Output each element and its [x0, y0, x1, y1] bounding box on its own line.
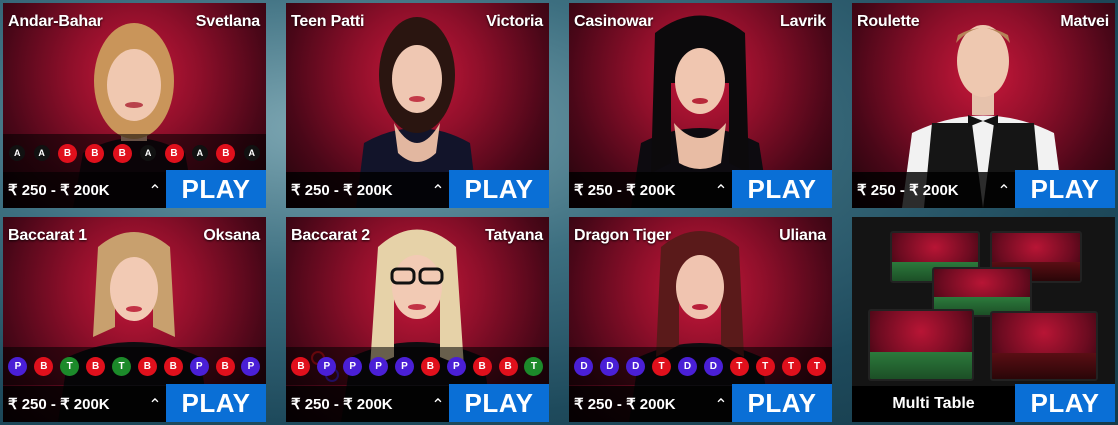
- multi-table-label: Multi Table: [892, 395, 975, 412]
- result-bead: P: [395, 356, 414, 376]
- result-bead: D: [703, 356, 723, 376]
- result-bead: B: [163, 356, 183, 376]
- result-bead: B: [86, 356, 106, 376]
- dealer-name: Tatyana: [485, 227, 543, 244]
- dealer-name: Svetlana: [195, 13, 260, 30]
- game-name: Andar-Bahar: [8, 13, 103, 30]
- bet-limit: ₹ 250 - ₹ 200K: [857, 182, 959, 199]
- game-name: Baccarat 1: [8, 227, 87, 244]
- game-name: Dragon Tiger: [574, 227, 671, 244]
- result-bead: A: [140, 145, 157, 161]
- results-roadmap: DDDTDDTTTT: [569, 347, 832, 385]
- result-bead: B: [137, 356, 157, 376]
- chevron-up-icon[interactable]: ⌃: [709, 179, 733, 203]
- game-tile-baccarat-2[interactable]: Baccarat 2 Tatyana BPPPPBPBBT ₹ 250 - ₹ …: [286, 217, 549, 422]
- result-bead: B: [57, 143, 77, 163]
- game-lobby-grid: Andar-Bahar Svetlana AABBBABABA ₹ 250 - …: [3, 3, 1117, 423]
- results-roadmap: BPPPPBPBBT: [286, 347, 549, 385]
- game-tile-multi-table[interactable]: Multi Table PLAY: [852, 217, 1115, 422]
- dealer-name: Lavrik: [780, 13, 826, 30]
- result-bead: T: [60, 356, 80, 376]
- bet-limit: ₹ 250 - ₹ 200K: [8, 182, 110, 199]
- bet-limit: ₹ 250 - ₹ 200K: [291, 396, 393, 413]
- result-bead: B: [472, 356, 492, 376]
- game-name: Casinowar: [574, 13, 654, 30]
- result-bead: B: [498, 356, 518, 376]
- play-button[interactable]: PLAY: [1015, 384, 1115, 422]
- bet-limit: ₹ 250 - ₹ 200K: [291, 182, 393, 199]
- mini-table-preview: [868, 309, 974, 381]
- game-tile-roulette[interactable]: Roulette Matvei ₹ 250 - ₹ 200K ⌃ PLAY: [852, 3, 1115, 208]
- result-bead: B: [164, 143, 184, 163]
- bet-limit: ₹ 250 - ₹ 200K: [574, 396, 676, 413]
- play-button[interactable]: PLAY: [449, 384, 549, 422]
- play-button[interactable]: PLAY: [732, 384, 832, 422]
- chevron-up-icon[interactable]: ⌃: [143, 179, 167, 203]
- result-bead: P: [343, 356, 363, 376]
- result-bead: T: [652, 356, 672, 376]
- chevron-up-icon[interactable]: ⌃: [143, 393, 167, 417]
- mini-table-preview: [990, 311, 1098, 381]
- chevron-up-icon[interactable]: ⌃: [992, 179, 1016, 203]
- result-bead: P: [446, 356, 466, 376]
- result-bead: B: [420, 356, 440, 376]
- result-bead: B: [85, 143, 105, 163]
- dealer-name: Matvei: [1060, 13, 1109, 30]
- game-name: Baccarat 2: [291, 227, 370, 244]
- result-bead: B: [291, 356, 311, 376]
- dealer-name: Oksana: [203, 227, 260, 244]
- result-bead: T: [755, 356, 775, 376]
- results-roadmap: AABBBABABA: [3, 134, 266, 172]
- game-tile-baccarat-1[interactable]: Baccarat 1 Oksana PBTBTBBPBP ₹ 250 - ₹ 2…: [3, 217, 266, 422]
- play-button[interactable]: PLAY: [732, 170, 832, 208]
- result-bead: B: [216, 143, 236, 163]
- chevron-up-icon[interactable]: ⌃: [426, 179, 450, 203]
- result-bead: A: [9, 145, 26, 161]
- result-bead: B: [34, 356, 54, 376]
- chevron-up-icon[interactable]: ⌃: [709, 393, 733, 417]
- result-bead: T: [781, 356, 801, 376]
- game-tile-andar-bahar[interactable]: Andar-Bahar Svetlana AABBBABABA ₹ 250 - …: [3, 3, 266, 208]
- game-name: Roulette: [857, 13, 920, 30]
- result-bead: A: [33, 145, 50, 161]
- result-bead: D: [626, 356, 646, 376]
- result-bead: D: [678, 356, 697, 376]
- play-button[interactable]: PLAY: [166, 384, 266, 422]
- game-tile-dragon-tiger[interactable]: Dragon Tiger Uliana DDDTDDTTTT ₹ 250 - ₹…: [569, 217, 832, 422]
- result-bead: B: [112, 143, 132, 163]
- game-tile-teen-patti[interactable]: Teen Patti Victoria ₹ 250 - ₹ 200K ⌃ PLA…: [286, 3, 549, 208]
- game-name: Teen Patti: [291, 13, 365, 30]
- bet-limit: ₹ 250 - ₹ 200K: [8, 396, 110, 413]
- result-bead: A: [191, 145, 208, 161]
- result-bead: T: [729, 356, 749, 376]
- bet-limit: ₹ 250 - ₹ 200K: [574, 182, 676, 199]
- results-roadmap: PBTBTBBPBP: [3, 347, 266, 385]
- result-bead: D: [574, 356, 594, 376]
- result-bead: P: [241, 356, 261, 376]
- result-bead: T: [524, 356, 544, 376]
- play-button[interactable]: PLAY: [166, 170, 266, 208]
- result-bead: P: [8, 356, 28, 376]
- dealer-name: Uliana: [779, 227, 826, 244]
- result-bead: P: [369, 356, 389, 376]
- result-bead: A: [243, 145, 260, 161]
- result-bead: D: [600, 356, 620, 376]
- result-bead: B: [215, 356, 235, 376]
- play-button[interactable]: PLAY: [449, 170, 549, 208]
- result-bead: T: [112, 356, 131, 376]
- dealer-name: Victoria: [486, 13, 543, 30]
- result-bead: P: [317, 356, 337, 376]
- result-bead: T: [807, 356, 827, 376]
- result-bead: P: [189, 356, 209, 376]
- chevron-up-icon[interactable]: ⌃: [426, 393, 450, 417]
- game-tile-casinowar[interactable]: Casinowar Lavrik ₹ 250 - ₹ 200K ⌃ PLAY: [569, 3, 832, 208]
- play-button[interactable]: PLAY: [1015, 170, 1115, 208]
